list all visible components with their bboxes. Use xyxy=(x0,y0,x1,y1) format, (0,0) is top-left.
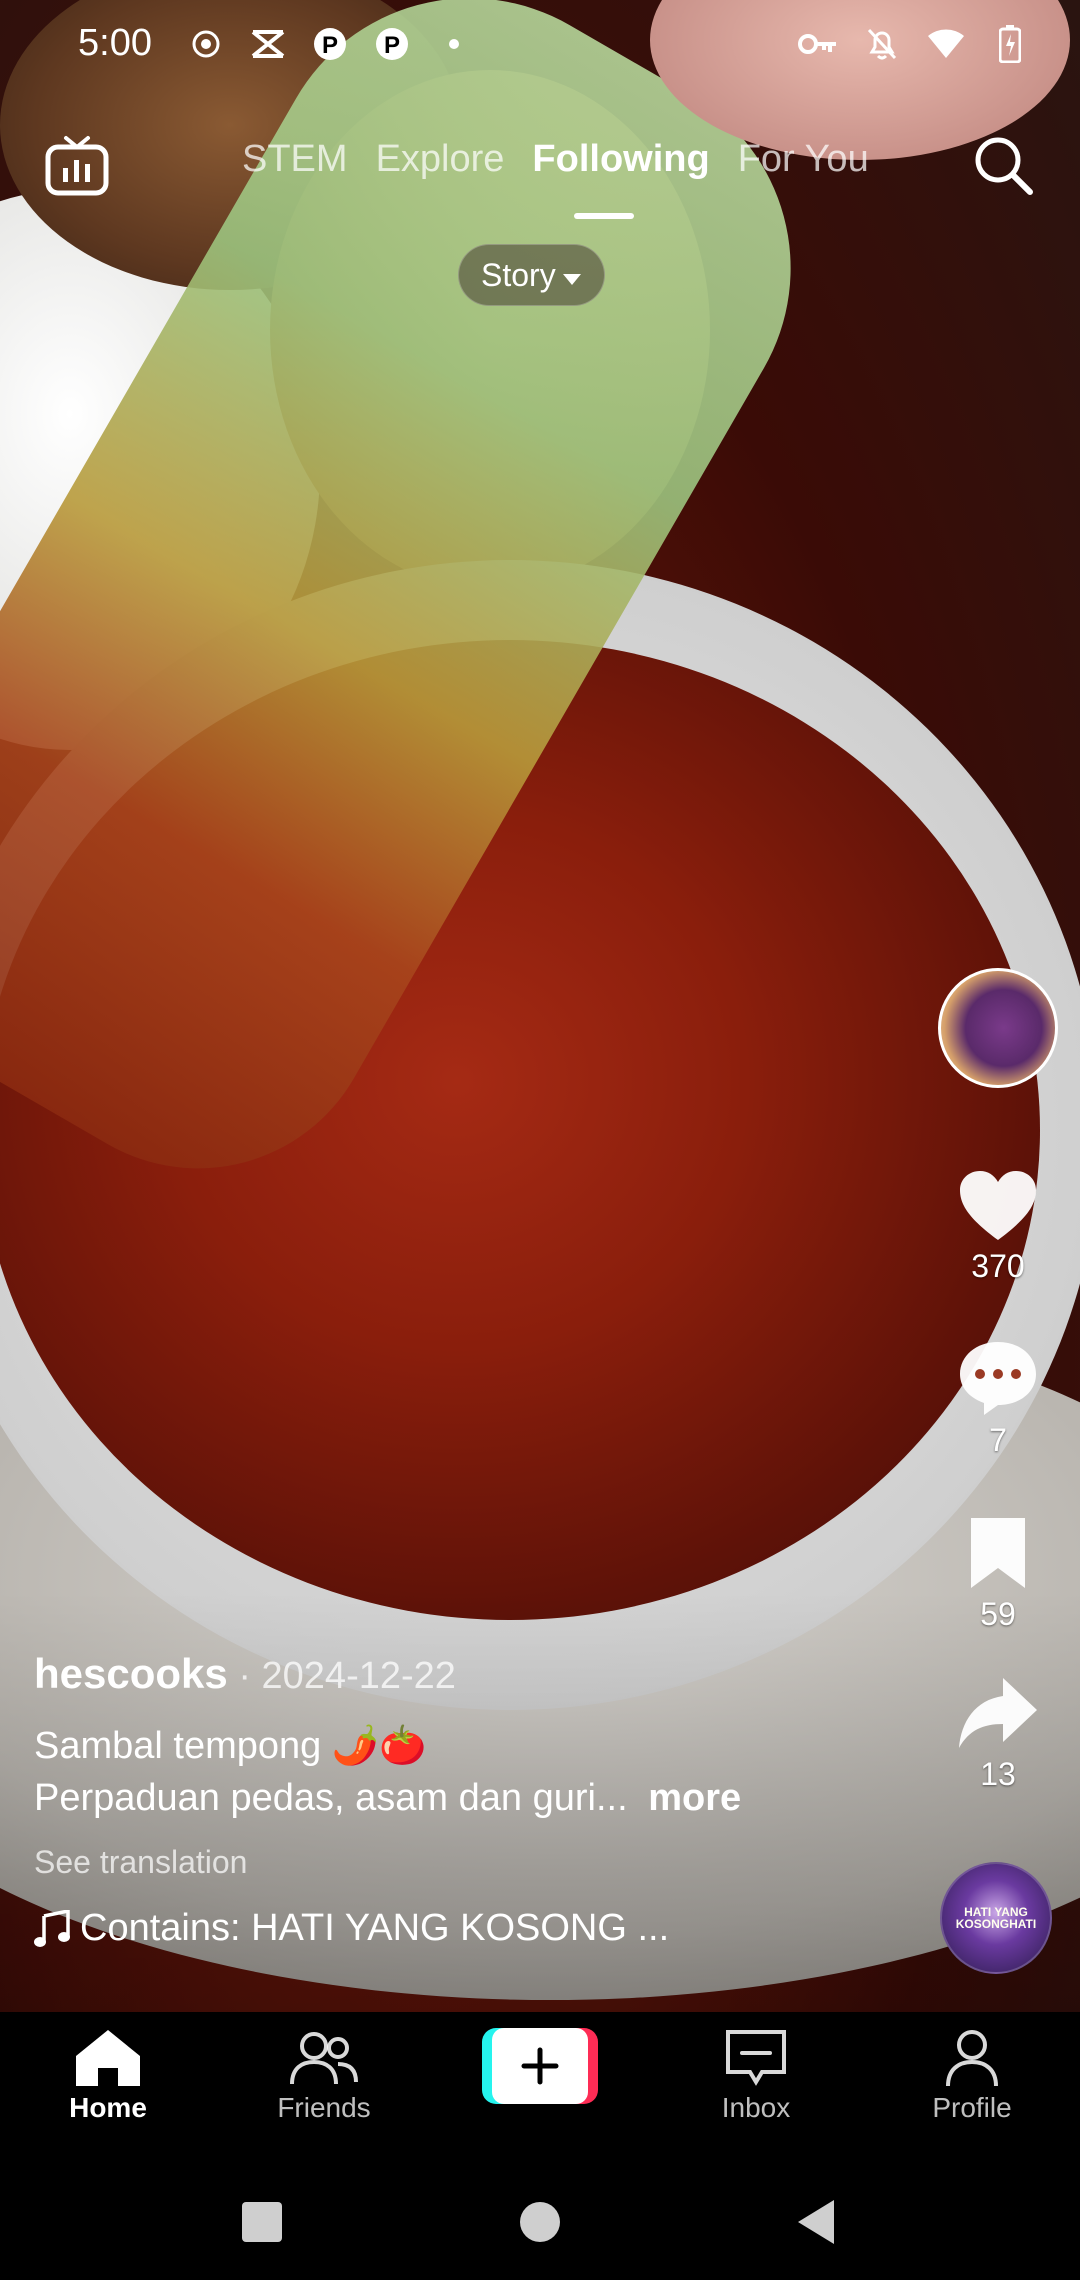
share-count: 13 xyxy=(980,1756,1016,1792)
nav-friends-label: Friends xyxy=(277,2092,371,2123)
back-icon[interactable] xyxy=(786,2192,846,2252)
post-caption: hescooks · 2024-12-22 Sambal tempong 🌶️🍅… xyxy=(34,1650,894,1950)
more-link[interactable]: more xyxy=(648,1777,741,1819)
svg-text:P: P xyxy=(322,32,338,59)
comment-button[interactable]: 7 xyxy=(940,1340,1056,1459)
home-circle-icon[interactable] xyxy=(510,2192,570,2252)
nav-inbox[interactable]: Inbox xyxy=(676,2028,836,2124)
bookmark-button[interactable]: 59 xyxy=(940,1516,1056,1633)
music-note-icon xyxy=(34,1909,70,1947)
system-nav-bar xyxy=(0,2162,1080,2280)
tab-for-you[interactable]: For You xyxy=(738,138,869,181)
music-info[interactable]: Contains: HATI YANG KOSONG ... xyxy=(34,1907,894,1950)
bookmark-icon xyxy=(971,1518,1025,1588)
tab-explore[interactable]: Explore xyxy=(376,138,505,181)
description-text: Perpaduan pedas, asam dan guri... xyxy=(34,1777,628,1819)
description[interactable]: Sambal tempong 🌶️🍅 Perpaduan pedas, asam… xyxy=(34,1720,894,1824)
status-bar: 5:00 P P xyxy=(0,0,1080,86)
pinterest-icon: P xyxy=(372,24,412,64)
plus-icon xyxy=(492,2028,588,2104)
tab-stem[interactable]: STEM xyxy=(242,138,348,181)
comment-icon xyxy=(960,1342,1036,1415)
creator-avatar[interactable] xyxy=(938,968,1058,1088)
search-icon[interactable] xyxy=(968,130,1038,200)
music-title: Contains: HATI YANG KOSONG ... xyxy=(80,1907,670,1949)
bell-off-icon xyxy=(862,24,902,64)
author-line: hescooks · 2024-12-22 xyxy=(34,1650,894,1698)
heart-icon xyxy=(960,1171,1036,1240)
see-translation-link[interactable]: See translation xyxy=(34,1844,894,1881)
wifi-icon xyxy=(926,24,966,64)
top-tabs: STEM Explore Following For You xyxy=(242,138,869,181)
story-dropdown[interactable]: Story xyxy=(458,244,605,306)
recents-icon[interactable] xyxy=(232,2192,292,2252)
key-icon xyxy=(798,24,838,64)
home-icon xyxy=(76,2030,140,2086)
music-disc[interactable]: HATI YANG KOSONGHATI xyxy=(940,1862,1052,1974)
dot-icon xyxy=(434,24,474,64)
nav-friends[interactable]: Friends xyxy=(244,2028,404,2124)
svg-text:P: P xyxy=(384,32,400,59)
inbox-icon xyxy=(726,2030,786,2086)
bookmark-count: 59 xyxy=(980,1596,1016,1632)
like-count: 370 xyxy=(971,1248,1025,1284)
record-icon xyxy=(186,24,226,64)
battery-icon xyxy=(990,24,1030,64)
comment-count: 7 xyxy=(989,1422,1007,1458)
author-name[interactable]: hescooks xyxy=(34,1650,228,1697)
app-icon xyxy=(248,24,288,64)
tv-icon[interactable] xyxy=(42,130,112,200)
post-date: · 2024-12-22 xyxy=(227,1655,456,1697)
pinterest-icon: P xyxy=(310,24,350,64)
bottom-nav: Home Friends Inbox Profile xyxy=(0,2012,1080,2162)
nav-home-label: Home xyxy=(69,2092,147,2123)
like-button[interactable]: 370 xyxy=(940,1170,1056,1285)
nav-profile[interactable]: Profile xyxy=(892,2028,1052,2124)
nav-profile-label: Profile xyxy=(932,2092,1012,2123)
status-time: 5:00 xyxy=(78,22,152,64)
share-button[interactable]: 13 xyxy=(940,1676,1056,1793)
share-icon xyxy=(959,1678,1037,1748)
chevron-down-icon xyxy=(562,257,582,294)
profile-icon xyxy=(946,2030,998,2087)
nav-inbox-label: Inbox xyxy=(721,2092,791,2123)
description-title: Sambal tempong 🌶️🍅 xyxy=(34,1725,427,1767)
create-button[interactable] xyxy=(482,2028,598,2104)
disc-label: HATI YANG KOSONGHATI xyxy=(955,1905,1037,1931)
active-tab-indicator xyxy=(574,213,634,219)
friends-icon xyxy=(290,2032,358,2085)
tab-following[interactable]: Following xyxy=(532,138,709,181)
story-label: Story xyxy=(481,256,556,293)
nav-home[interactable]: Home xyxy=(28,2028,188,2124)
